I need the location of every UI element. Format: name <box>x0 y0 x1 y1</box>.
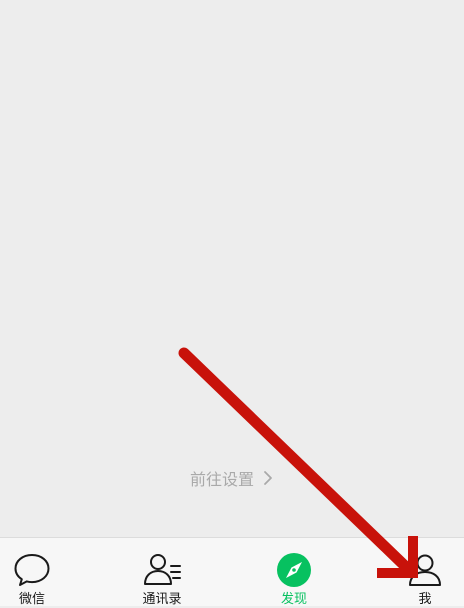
person-icon <box>409 554 441 586</box>
tab-chats[interactable]: 微信 <box>0 538 72 607</box>
tab-chats-label: 微信 <box>18 592 45 607</box>
red-arrow-icon <box>178 347 418 578</box>
chevron-right-icon <box>264 471 272 485</box>
tab-me-label: 我 <box>418 592 432 607</box>
go-to-settings-label: 前往设置 <box>189 470 254 489</box>
chat-bubble-icon <box>14 554 50 586</box>
tab-discover[interactable]: 发现 <box>254 538 334 607</box>
tab-discover-label: 发现 <box>280 592 307 607</box>
compass-icon <box>277 553 311 587</box>
go-to-settings-link[interactable]: 前往设置 <box>0 466 464 490</box>
tab-me[interactable]: 我 <box>385 538 464 607</box>
contacts-icon <box>144 554 181 585</box>
bottom-tab-bar: 微信 通讯录 发现 我 <box>0 537 464 607</box>
tab-contacts[interactable]: 通讯录 <box>122 538 202 607</box>
tab-contacts-label: 通讯录 <box>142 592 182 607</box>
screen-background: 前往设置 微信 通讯录 发现 我 <box>0 0 464 607</box>
